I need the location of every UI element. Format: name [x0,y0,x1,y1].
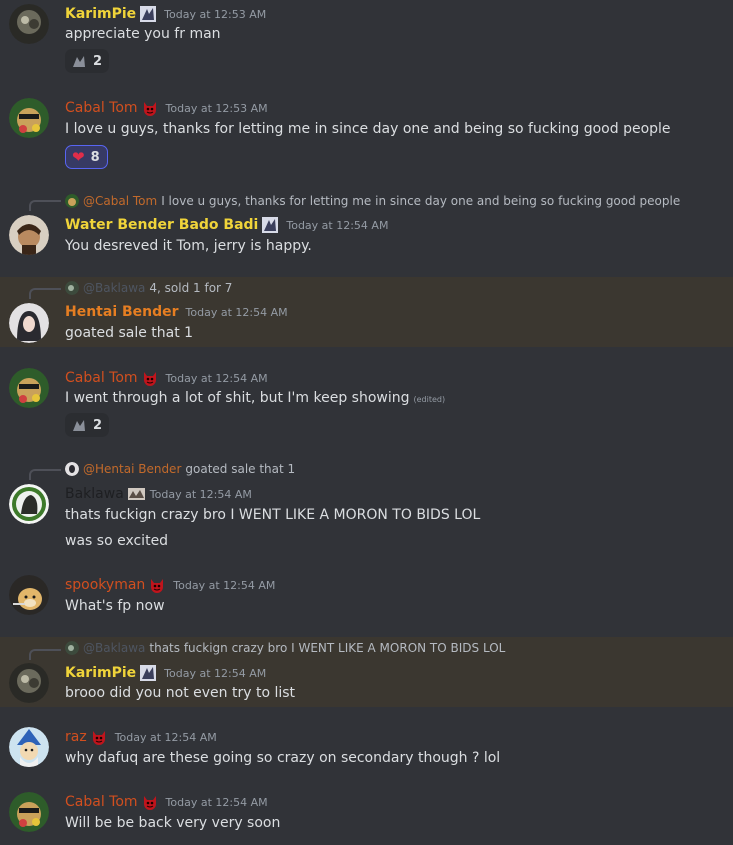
message-text: What's fp now [65,598,165,614]
timestamp: Today at 12:53 AM [164,7,267,21]
devil-emoji-icon [92,731,105,745]
reaction-count: 2 [93,53,103,69]
reply-avatar [65,281,79,295]
reply-author-mention[interactable]: @Cabal Tom [83,194,157,208]
timestamp: Today at 12:54 AM [185,305,288,319]
devil-emoji-icon [143,796,156,810]
message-text: goated sale that 1 [65,325,194,341]
message-karimpie-1: KarimPie Today at 12:53 AM appreciate yo… [0,0,733,84]
message-body: I went through a lot of shit, but I'm ke… [65,390,410,406]
reply-preview[interactable]: @Cabal Tom I love u guys, thanks for let… [65,194,680,208]
karim-badge-icon [262,217,279,233]
reply-text: goated sale that 1 [185,462,296,476]
reply-avatar [65,462,79,476]
avatar[interactable] [9,663,49,703]
message-text: I love u guys, thanks for letting me in … [65,121,671,137]
author-name[interactable]: Cabal Tom [65,794,138,810]
message-cabal-tom-2: Cabal Tom Today at 12:54 AM I went throu… [0,364,733,444]
heart-emoji-icon: ❤ [72,147,85,166]
custom-emoji-icon [71,53,87,69]
edited-label: (edited) [413,395,446,404]
timestamp: Today at 12:54 AM [173,578,276,592]
message-water-bender: @Cabal Tom I love u guys, thanks for let… [0,188,733,268]
reply-author-mention[interactable]: @Baklawa [83,281,145,295]
message-text: You desreved it Tom, jerry is happy. [65,238,312,254]
author-name[interactable]: Hentai Bender [65,304,179,320]
reply-author-mention[interactable]: @Hentai Bender [83,462,181,476]
devil-emoji-icon [143,102,156,116]
author-name[interactable]: Cabal Tom [65,100,138,116]
avatar[interactable] [9,98,49,138]
message-cabal-tom-1: Cabal Tom Today at 12:53 AM I love u guy… [0,94,733,174]
reply-spine [29,288,61,299]
karim-badge-icon [140,6,157,22]
reply-text: 4, sold 1 for 7 [149,281,233,295]
reaction-count: 2 [93,417,103,433]
message-karimpie-2: @Baklawa thats fuckign crazy bro I WENT … [0,637,733,707]
message-cabal-tom-3: Cabal Tom Today at 12:54 AM Will be be b… [0,787,733,845]
message-text: was so excited [65,533,169,549]
reply-text: I love u guys, thanks for letting me in … [161,194,681,208]
author-name[interactable]: Baklawa [65,486,124,502]
avatar[interactable] [9,575,49,615]
timestamp: Today at 12:54 AM [165,795,268,809]
reply-avatar [65,194,79,208]
avatar[interactable] [9,215,49,255]
avatar[interactable] [9,792,49,832]
avatar[interactable] [9,4,49,44]
author-name[interactable]: Water Bender Bado Badi [65,217,258,233]
timestamp: Today at 12:54 AM [114,730,217,744]
karim-badge-icon [140,665,157,681]
custom-emoji-icon [71,417,87,433]
message-baklawa: @Hentai Bender goated sale that 1 Baklaw… [0,457,733,557]
reply-spine [29,649,61,660]
reply-spine [29,469,61,480]
reaction-count: 8 [90,149,100,165]
reply-text: thats fuckign crazy bro I WENT LIKE A MO… [149,641,506,655]
heart-reaction-button[interactable]: ❤ 8 [65,145,108,169]
author-name[interactable]: spookyman [65,577,145,593]
reply-preview[interactable]: @Baklawa 4, sold 1 for 7 [65,281,232,295]
avatar[interactable] [9,727,49,767]
message-text: appreciate you fr man [65,26,221,42]
reply-preview[interactable]: @Baklawa thats fuckign crazy bro I WENT … [65,641,505,655]
avatar[interactable] [9,484,49,524]
devil-emoji-icon [143,372,156,386]
reply-spine [29,200,61,211]
reply-preview[interactable]: @Hentai Bender goated sale that 1 [65,462,295,476]
message-text: Will be be back very very soon [65,815,281,831]
message-spookyman: spookyman Today at 12:54 AM What's fp no… [0,571,733,631]
timestamp: Today at 12:54 AM [165,371,268,385]
timestamp: Today at 12:54 AM [164,666,267,680]
message-text: thats fuckign crazy bro I WENT LIKE A MO… [65,507,481,523]
author-name[interactable]: KarimPie [65,665,136,681]
reply-avatar [65,641,79,655]
avatar[interactable] [9,303,49,343]
author-name[interactable]: Cabal Tom [65,370,138,386]
reaction-button[interactable]: 2 [65,413,110,437]
devil-emoji-icon [151,579,164,593]
message-text: I went through a lot of shit, but I'm ke… [65,390,445,406]
baklawa-badge-icon [127,488,145,500]
reply-author-mention[interactable]: @Baklawa [83,641,145,655]
message-text: brooo did you not even try to list [65,685,296,701]
timestamp: Today at 12:53 AM [165,101,268,115]
reaction-button[interactable]: 2 [65,49,110,73]
author-name[interactable]: raz [65,729,87,745]
timestamp: Today at 12:54 AM [286,218,389,232]
author-name[interactable]: KarimPie [65,6,136,22]
timestamp: Today at 12:54 AM [149,487,252,501]
avatar[interactable] [9,368,49,408]
message-text: why dafuq are these going so crazy on se… [65,750,501,766]
message-raz: raz Today at 12:54 AM why dafuq are thes… [0,722,733,782]
message-hentai-bender: @Baklawa 4, sold 1 for 7 Hentai Bender T… [0,277,733,347]
